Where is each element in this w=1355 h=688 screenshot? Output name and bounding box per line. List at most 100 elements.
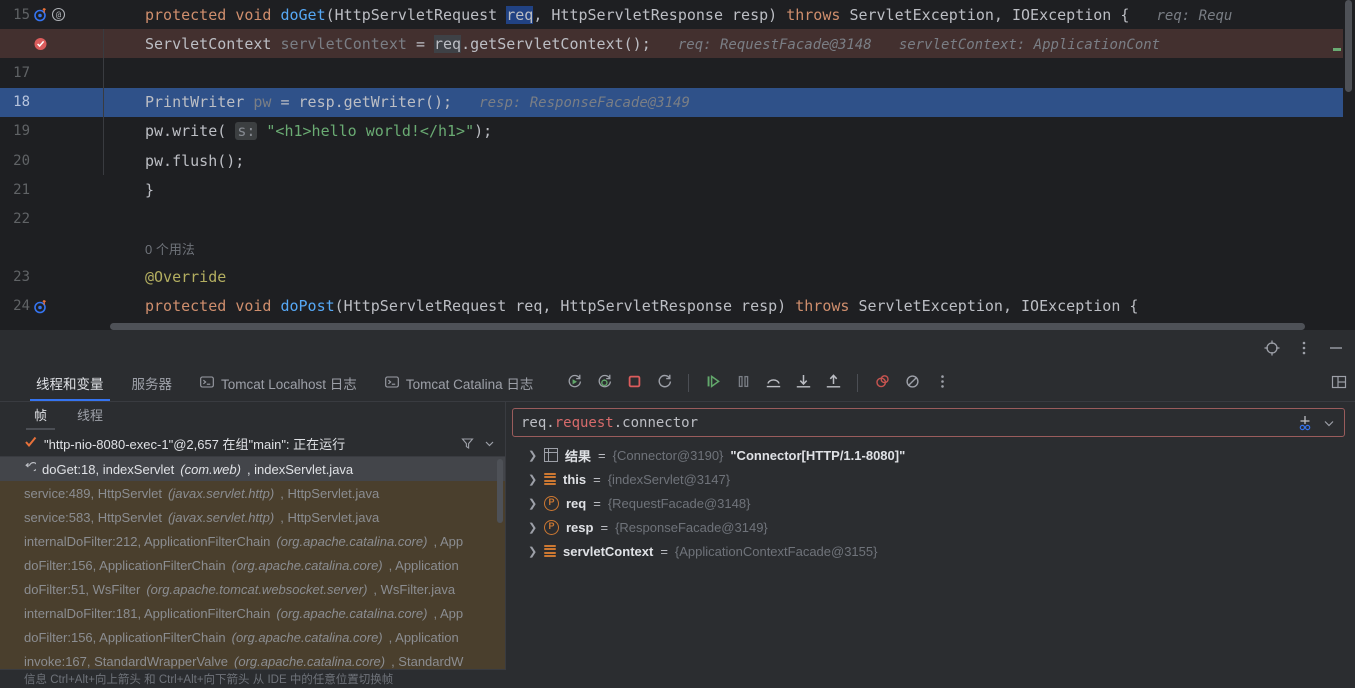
code-line[interactable]: ServletContext servletContext = req.getS… [0, 29, 1355, 59]
evaluate-expression-wrap: req.request.connector [506, 402, 1355, 437]
resume-button[interactable] [700, 370, 726, 396]
editor-gutter[interactable]: 15 @ [0, 0, 103, 30]
stack-frame-row[interactable]: internalDoFilter:212, ApplicationFilterC… [0, 529, 505, 553]
filter-icon[interactable] [460, 436, 475, 451]
pause-icon [735, 373, 752, 393]
step-over-button[interactable] [760, 370, 786, 396]
annotation-icon[interactable]: @ [51, 7, 66, 22]
editor-gutter[interactable]: 17 [0, 58, 103, 88]
variable-row[interactable]: ❯ this = {indexServlet@3147} [506, 467, 1355, 491]
editor-gutter[interactable] [0, 29, 103, 59]
debug-tab-2[interactable]: Tomcat Localhost 日志 [186, 365, 371, 401]
inline-value-hint[interactable]: resp: ResponseFacade@3149 [479, 95, 690, 111]
line-number: 15 [13, 6, 30, 23]
code-line[interactable]: 22 [0, 204, 1355, 234]
editor-gutter[interactable]: 20 [0, 145, 103, 176]
rerun-debug-button[interactable] [591, 370, 617, 396]
step-into-button[interactable] [790, 370, 816, 396]
editor-gutter[interactable] [0, 233, 103, 263]
code-line[interactable]: 21} [0, 175, 1355, 205]
layout-settings-icon[interactable] [1331, 374, 1349, 392]
chevron-right-icon[interactable]: ❯ [528, 473, 537, 486]
more-options-button[interactable] [929, 370, 955, 396]
chevron-right-icon[interactable]: ❯ [528, 497, 537, 510]
editor-marker-bar[interactable] [1343, 0, 1355, 330]
view-breakpoints-button[interactable] [899, 370, 925, 396]
chevron-down-icon[interactable] [482, 436, 497, 451]
evaluate-expression-field[interactable]: req.request.connector [512, 408, 1345, 437]
usage-count-hint[interactable]: 0 个用法 [145, 242, 195, 257]
code-line[interactable]: 20 pw.flush(); [0, 145, 1355, 176]
frames-sub-tab-0[interactable]: 帧 [20, 405, 61, 430]
variable-row[interactable]: ❯ 结果 = {Connector@3190} "Connector[HTTP/1.1-… [506, 443, 1355, 467]
stack-frame-row[interactable]: doGet:18, indexServlet (com.web) , indexS… [0, 457, 505, 481]
stack-frame-row[interactable]: internalDoFilter:181, ApplicationFilterC… [0, 601, 505, 625]
variable-row[interactable]: ❯ Presp = {ResponseFacade@3149} [506, 515, 1355, 539]
code-line[interactable]: 24 protected void doPost(HttpServletReque… [0, 291, 1355, 322]
code-token: (HttpServletRequest [325, 5, 507, 24]
stack-frame-row[interactable]: service:583, HttpServlet (javax.servlet.… [0, 505, 505, 529]
override-method-icon[interactable] [33, 7, 48, 22]
variable-row[interactable]: ❯ servletContext = {ApplicationContextFacad… [506, 539, 1355, 563]
inline-value-hint[interactable]: servletContext: ApplicationCont [899, 37, 1160, 53]
frames-sub-tab-1[interactable]: 线程 [63, 405, 117, 430]
variable-row[interactable]: ❯ Preq = {RequestFacade@3148} [506, 491, 1355, 515]
chevron-right-icon[interactable]: ❯ [528, 521, 537, 534]
code-text: } [103, 175, 1355, 204]
mute-breakpoints-button[interactable] [869, 370, 895, 396]
code-line[interactable]: 0 个用法 [0, 233, 1355, 263]
frames-list[interactable]: doGet:18, indexServlet (com.web) , indexS… [0, 457, 505, 681]
debug-tab-1[interactable]: 服务器 [118, 365, 187, 401]
editor-horizontal-scrollbar[interactable] [110, 323, 1305, 330]
more-vertical-icon[interactable] [1295, 339, 1313, 357]
code-line[interactable]: 17 [0, 58, 1355, 88]
editor-vertical-scrollbar[interactable] [1345, 0, 1352, 92]
frame-file: , indexServlet.java [246, 461, 354, 477]
editor-gutter[interactable]: 22 [0, 204, 103, 234]
inline-value-hint[interactable]: req: RequestFacade@3148 [678, 37, 872, 53]
chevron-down-icon[interactable] [1320, 414, 1338, 432]
stack-frame-row[interactable]: service:489, HttpServlet (javax.servlet.… [0, 481, 505, 505]
stack-frame-row[interactable]: doFilter:156, ApplicationFilterChain (or… [0, 625, 505, 649]
stack-frame-row[interactable]: doFilter:51, WsFilter (org.apache.tomcat… [0, 577, 505, 601]
eval-prefix: req. [521, 414, 555, 431]
editor-gutter[interactable]: 23 [0, 262, 103, 292]
add-to-watches-icon[interactable] [1296, 414, 1314, 432]
variable-value: {indexServlet@3147} [607, 471, 731, 487]
stop-button[interactable] [621, 370, 647, 396]
variables-list[interactable]: ❯ 结果 = {Connector@3190} "Connector[HTTP/1.1-… [506, 437, 1355, 563]
editor-gutter[interactable]: 21 [0, 175, 103, 205]
override-method-icon[interactable] [33, 299, 48, 314]
stack-frame-row[interactable]: doFilter:156, ApplicationFilterChain (or… [0, 553, 505, 577]
rerun-button[interactable] [561, 370, 587, 396]
chevron-right-icon[interactable]: ❯ [528, 545, 537, 558]
editor-gutter[interactable]: 19 [0, 116, 103, 146]
frame-method: internalDoFilter:212, ApplicationFilterC… [24, 533, 271, 549]
frame-package: (org.apache.catalina.core) [231, 557, 383, 573]
indent-guide [103, 116, 104, 146]
editor-gutter[interactable]: 24 [0, 291, 103, 322]
step-out-button[interactable] [820, 370, 846, 396]
thread-selector[interactable]: "http-nio-8080-exec-1"@2,657 在组"main": 正… [0, 430, 505, 457]
minimize-icon[interactable] [1327, 339, 1345, 357]
breakpoint-icon[interactable] [33, 36, 48, 51]
frames-scrollbar[interactable] [497, 459, 503, 523]
debug-tab-0[interactable]: 线程和变量 [22, 365, 118, 401]
debug-tab-3[interactable]: Tomcat Catalina 日志 [371, 365, 548, 401]
code-line[interactable]: 23 @Override [0, 262, 1355, 292]
rerun-icon [566, 373, 583, 393]
code-line[interactable]: 19 pw.write( s: "<h1>hello world!</h1>"); [0, 116, 1355, 146]
mute-breakpoints-icon [874, 373, 891, 393]
code-line[interactable]: 18 PrintWriter pw = resp.getWriter(); res… [0, 87, 1355, 117]
editor-gutter[interactable]: 18 [0, 87, 103, 117]
code-line[interactable]: 15 @ protected void doGet(HttpServletReque… [0, 0, 1355, 30]
toolbar-separator [857, 374, 859, 392]
line-number: 17 [13, 64, 30, 81]
chevron-right-icon[interactable]: ❯ [528, 449, 537, 462]
restart-button[interactable] [651, 370, 677, 396]
target-icon[interactable] [1263, 339, 1281, 357]
code-editor[interactable]: 15 @ protected void doGet(HttpServletReque… [0, 0, 1355, 330]
pause-button[interactable] [730, 370, 756, 396]
inline-value-hint[interactable]: req: Requ [1157, 8, 1233, 24]
intellij-debugger-window: 15 @ protected void doGet(HttpServletReque… [0, 0, 1355, 688]
